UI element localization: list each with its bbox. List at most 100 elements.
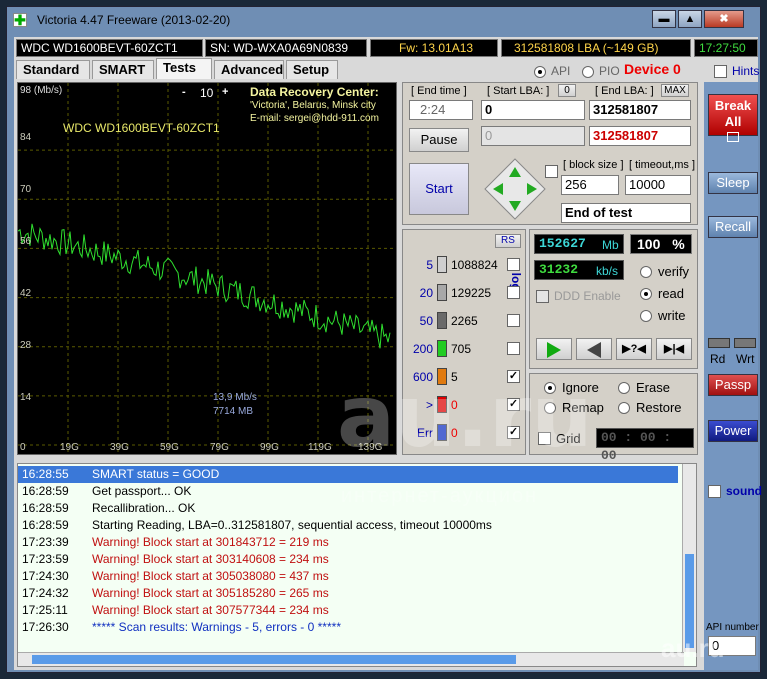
device-label[interactable]: Device 0 bbox=[624, 61, 681, 77]
current-end-lba-field: 312581807 bbox=[589, 126, 691, 146]
passport-button[interactable]: Passp bbox=[708, 374, 758, 396]
block-ms-label: 50 bbox=[419, 314, 433, 328]
end-time-field[interactable]: 2:24 bbox=[409, 100, 473, 120]
graph-model-label: WDC WD1600BEVT-60ZCT1 bbox=[63, 121, 220, 135]
log-entry[interactable]: 17:23:59 Warning! Block start at 30314060… bbox=[18, 551, 678, 568]
log-block-checkbox[interactable] bbox=[507, 286, 520, 299]
log-entry[interactable]: 17:24:32 Warning! Block start at 30518528… bbox=[18, 585, 678, 602]
reset-stats-button[interactable]: RS bbox=[495, 234, 521, 248]
log-time: 16:28:55 bbox=[22, 467, 69, 481]
watermark-subtitle: интернет-аукцион bbox=[341, 485, 539, 507]
block-ms-label: 200 bbox=[412, 342, 433, 356]
log-entry[interactable]: 16:28:59 Starting Reading, LBA=0..3125818… bbox=[18, 517, 678, 534]
start-lba-field[interactable]: 0 bbox=[481, 100, 585, 120]
write-radio[interactable] bbox=[640, 310, 652, 322]
start-button[interactable]: Start bbox=[409, 163, 469, 215]
log-time: 17:26:30 bbox=[22, 620, 69, 634]
block-color-swatch bbox=[437, 284, 447, 301]
play-button[interactable] bbox=[536, 338, 572, 360]
scan-controls-panel: [ End time ] 2:24 [ Start LBA: ] 0 0 [ E… bbox=[402, 82, 698, 225]
log-block-checkbox[interactable] bbox=[507, 258, 520, 271]
pio-radio[interactable] bbox=[582, 66, 594, 78]
mb-read-label: 7714 MB bbox=[213, 406, 254, 417]
current-lba-field: 0 bbox=[481, 126, 585, 146]
watermark-brand: au.ru bbox=[337, 367, 593, 467]
log-block-checkbox[interactable] bbox=[507, 314, 520, 327]
log-message: SMART status = GOOD bbox=[92, 467, 220, 481]
hints-label: Hints bbox=[732, 64, 760, 78]
grid-timer: 00 : 00 : 00 bbox=[596, 428, 694, 463]
break-all-button[interactable]: Break All bbox=[708, 94, 758, 142]
sound-checkbox[interactable] bbox=[708, 485, 721, 498]
log-block-checkbox[interactable] bbox=[507, 342, 520, 355]
x-tick-79g: 79G bbox=[210, 442, 229, 453]
log-time: 17:24:30 bbox=[22, 569, 69, 583]
log-entry[interactable]: 16:28:55 SMART status = GOOD bbox=[18, 466, 678, 483]
log-time: 16:28:59 bbox=[22, 518, 69, 532]
tab-setup[interactable]: Setup bbox=[286, 60, 338, 79]
log-message: Warning! Block start at 305038080 = 437 … bbox=[92, 569, 329, 583]
log-message: Warning! Block start at 307577344 = 234 … bbox=[92, 603, 329, 617]
recall-button[interactable]: Recall bbox=[708, 216, 758, 238]
minimize-button[interactable]: ▬ bbox=[652, 10, 676, 28]
log-entry[interactable]: 17:25:11 Warning! Block start at 30757734… bbox=[18, 602, 678, 619]
restore-radio[interactable] bbox=[618, 402, 630, 414]
mb-unit: Mb bbox=[602, 238, 619, 252]
pause-button[interactable]: Pause bbox=[409, 128, 469, 152]
block-size-select[interactable]: 256 bbox=[561, 175, 619, 195]
maximize-button[interactable]: ▲ bbox=[678, 10, 702, 28]
verify-label: verify bbox=[658, 264, 690, 279]
power-button[interactable]: Power bbox=[708, 420, 758, 442]
timeout-select[interactable]: 10000 bbox=[625, 175, 691, 195]
scale-minus-button[interactable]: - bbox=[182, 86, 186, 98]
log-entry[interactable]: 17:26:30 ***** Scan results: Warnings - 5… bbox=[18, 619, 678, 636]
rewind-button[interactable] bbox=[576, 338, 612, 360]
app-window: ✚ Victoria 4.47 Freeware (2013-02-20) ▬ … bbox=[6, 6, 762, 673]
block-color-swatch bbox=[437, 256, 447, 273]
promo-line-1: 'Victoria', Belarus, Minsk city bbox=[250, 100, 376, 111]
end-lba-field[interactable]: 312581807 bbox=[589, 100, 691, 120]
start-lba-zero-button[interactable]: 0 bbox=[558, 84, 576, 97]
skip-unknown-button[interactable]: ▶?◀ bbox=[616, 338, 652, 360]
close-button[interactable]: ✖ bbox=[704, 10, 744, 28]
direction-checkbox[interactable] bbox=[545, 165, 558, 178]
main-client: WDC WD1600BEVT-60ZCT1 SN: WD-WXA0A69N083… bbox=[14, 37, 762, 670]
tab-smart[interactable]: SMART bbox=[92, 60, 154, 79]
end-lba-max-button[interactable]: MAX bbox=[661, 84, 689, 97]
drive-firmware: Fw: 13.01A13 bbox=[370, 39, 498, 57]
pio-label: PIO bbox=[599, 64, 620, 78]
log-entry[interactable]: 17:24:30 Warning! Block start at 30503808… bbox=[18, 568, 678, 585]
direction-pad[interactable] bbox=[483, 157, 547, 221]
sleep-button[interactable]: Sleep bbox=[708, 172, 758, 194]
hints-checkbox[interactable] bbox=[714, 65, 727, 78]
log-hscrollbar[interactable] bbox=[18, 652, 684, 666]
log-scrollbar[interactable] bbox=[682, 464, 696, 652]
percent-unit: % bbox=[672, 236, 685, 252]
wrt-indicator bbox=[734, 338, 756, 348]
timeout-label: [ timeout,ms ] bbox=[629, 159, 696, 171]
verify-radio[interactable] bbox=[640, 266, 652, 278]
end-action-select[interactable]: End of test bbox=[561, 203, 691, 223]
tab-advanced[interactable]: Advanced bbox=[214, 60, 284, 79]
watermark-corner: au.ru bbox=[661, 633, 725, 663]
log-time: 16:28:59 bbox=[22, 501, 69, 515]
log-entry[interactable]: 17:23:39 Warning! Block start at 30184371… bbox=[18, 534, 678, 551]
ddd-checkbox[interactable] bbox=[536, 290, 549, 303]
y-tick-14: 14 bbox=[20, 392, 32, 403]
x-tick-39g: 39G bbox=[110, 442, 129, 453]
log-hscroll-thumb[interactable] bbox=[32, 655, 516, 664]
title-bar[interactable]: ✚ Victoria 4.47 Freeware (2013-02-20) ▬ … bbox=[7, 7, 760, 33]
ddd-label: DDD Enable bbox=[554, 289, 621, 303]
tab-tests[interactable]: Tests bbox=[156, 58, 212, 79]
y-tick-84: 84 bbox=[20, 132, 32, 143]
tab-standard[interactable]: Standard bbox=[16, 60, 90, 79]
api-radio[interactable] bbox=[534, 66, 546, 78]
log-time: 17:24:32 bbox=[22, 586, 69, 600]
to-end-button[interactable]: ▶|◀ bbox=[656, 338, 692, 360]
current-speed-label: 13,9 Mb/s bbox=[213, 392, 257, 403]
read-radio[interactable] bbox=[640, 288, 652, 300]
y-tick-56: 56 bbox=[20, 236, 32, 247]
sound-label: sound bbox=[726, 484, 762, 498]
scale-plus-button[interactable]: + bbox=[222, 86, 228, 98]
erase-radio[interactable] bbox=[618, 382, 630, 394]
